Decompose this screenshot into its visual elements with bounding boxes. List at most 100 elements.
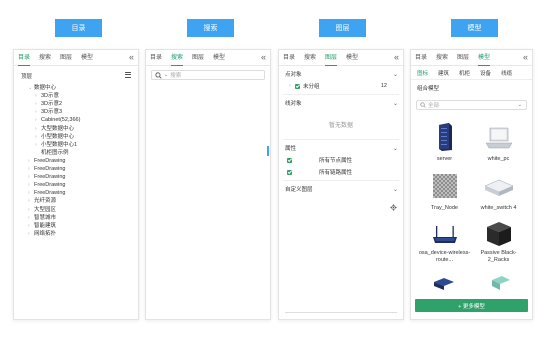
custom-layers-header[interactable]: 自定义图层 ⌄ <box>279 183 403 195</box>
tree-node-label: FreeDrawing <box>34 190 66 197</box>
tree-node[interactable]: › FreeDrawing <box>28 157 65 165</box>
tree-node[interactable]: › 智能建筑 <box>28 222 56 230</box>
category-tab-icons[interactable]: 图标 <box>417 69 428 77</box>
all-link-props-row[interactable]: 所有链路属性 <box>279 166 403 178</box>
tab-models[interactable]: 模型 <box>478 50 491 66</box>
tree-node[interactable]: › 智慧城市 <box>28 214 56 222</box>
tree-node[interactable]: › 小型数据中心1 <box>35 141 77 149</box>
tree-node[interactable]: ⌄ 数据中心 <box>28 84 56 92</box>
ungrouped-count: 12 <box>380 83 387 89</box>
all-link-props-label: 所有链路属性 <box>319 170 353 176</box>
laptop-icon <box>485 127 513 149</box>
list-view-icon[interactable] <box>125 72 131 79</box>
checkbox-checked-icon[interactable] <box>295 83 300 89</box>
chevron-down-icon[interactable]: ⌄ <box>393 71 398 78</box>
category-tab-cables[interactable]: 线缆 <box>501 69 512 77</box>
search-icon <box>420 102 426 108</box>
tree-node[interactable]: › FreeDrawing <box>28 165 65 173</box>
tab-catalog[interactable]: 目录 <box>283 50 295 66</box>
model-item-white-pc[interactable]: white_pc <box>471 122 526 172</box>
tree-node[interactable]: › 3D示意3 <box>35 108 62 116</box>
panel-tabs: 目录 搜索 图层 模型 « <box>279 50 403 66</box>
header-button-models[interactable]: 模型 <box>451 19 498 37</box>
tree-node[interactable]: › 小型数据中心 <box>35 133 74 141</box>
tab-catalog[interactable]: 目录 <box>415 50 427 66</box>
all-node-props-row[interactable]: 所有节点属性 <box>279 154 403 166</box>
search-dropdown-chevron-icon[interactable]: ⌄ <box>164 72 168 78</box>
all-node-props-label: 所有节点属性 <box>319 158 353 164</box>
tree-node[interactable]: › FreeDrawing <box>28 173 65 181</box>
category-tab-buildings[interactable]: 建筑 <box>438 69 449 77</box>
tab-layers[interactable]: 图层 <box>325 50 338 66</box>
ungrouped-row[interactable]: › 未分组 12 <box>279 80 403 92</box>
tab-models[interactable]: 模型 <box>213 50 225 66</box>
tab-search[interactable]: 搜索 <box>436 50 448 66</box>
properties-header[interactable]: 属性 ⌄ <box>279 142 403 154</box>
panel-tabs: 目录 搜索 图层 模型 « <box>146 50 270 66</box>
tab-layers[interactable]: 图层 <box>192 50 204 66</box>
checkbox-checked-icon[interactable] <box>287 169 292 175</box>
tab-search[interactable]: 搜索 <box>171 50 184 66</box>
model-item-wireless-router[interactable]: osa_device-wireless-route... <box>417 220 472 270</box>
search-input[interactable]: ⌄ 搜索 <box>151 70 265 80</box>
partial-model-icon <box>492 276 510 290</box>
divider <box>283 180 399 181</box>
chevron-down-icon[interactable]: ⌄ <box>393 100 398 107</box>
tree-node[interactable]: › FreeDrawing <box>28 189 65 197</box>
tree-node[interactable]: 机柜图示例 <box>35 149 69 157</box>
chevron-down-icon[interactable]: ⌄ <box>393 145 398 152</box>
tree-node[interactable]: › 3D示意 <box>35 92 59 100</box>
tab-search[interactable]: 搜索 <box>304 50 316 66</box>
tree-node[interactable]: › Cabinet(52,366) <box>35 116 80 124</box>
header-button-catalog[interactable]: 目录 <box>55 19 102 37</box>
tab-catalog[interactable]: 目录 <box>18 50 31 66</box>
model-item-passive-rack[interactable]: Passive Black-2_Racks <box>471 220 526 270</box>
tree-node[interactable]: › 网络拓扑 <box>28 230 56 238</box>
model-item-white-switch[interactable]: white_switch 4 <box>471 172 526 222</box>
search-icon <box>155 71 162 79</box>
tab-catalog[interactable]: 目录 <box>150 50 162 66</box>
chevron-down-icon[interactable]: ⌄ <box>518 102 522 108</box>
category-tab-cabinets[interactable]: 机柜 <box>459 69 470 77</box>
model-label: Tray_Node <box>430 205 458 211</box>
divider <box>283 139 399 140</box>
tab-search[interactable]: 搜索 <box>39 50 51 66</box>
divider <box>283 94 399 95</box>
point-objects-header[interactable]: 点对象 ⌄ <box>279 68 403 80</box>
tree-node[interactable]: › 光纤资源 <box>28 197 56 205</box>
checkbox-checked-icon[interactable] <box>287 157 292 163</box>
more-models-button[interactable]: + 更多模型 <box>415 299 528 312</box>
collapse-icon[interactable]: « <box>129 50 134 66</box>
chevron-down-icon[interactable]: ⌄ <box>393 186 398 193</box>
tree-node[interactable]: › 3D示意2 <box>35 100 62 108</box>
tree-top-row: 顶层 <box>14 69 138 83</box>
tree-node-label: 智慧城市 <box>34 214 57 221</box>
search-placeholder: 搜索 <box>170 73 182 79</box>
panel-tabs: 目录 搜索 图层 模型 « <box>14 50 138 66</box>
tree-node-label: 小型数据中心1 <box>41 141 78 148</box>
scrollbar[interactable] <box>267 146 269 156</box>
category-tab-devices[interactable]: 设备 <box>480 69 491 77</box>
tree-node[interactable]: › FreeDrawing <box>28 181 65 189</box>
tab-models[interactable]: 模型 <box>346 50 358 66</box>
tab-models[interactable]: 模型 <box>81 50 93 66</box>
model-search-input[interactable]: 全部 ⌄ <box>416 100 527 110</box>
tree-node-label: 机柜图示例 <box>41 149 69 156</box>
tree-node[interactable]: › 大型数据中心 <box>35 125 74 133</box>
model-item-server[interactable]: server <box>417 122 472 172</box>
collapse-icon[interactable]: « <box>394 50 399 66</box>
header-button-search[interactable]: 搜索 <box>187 19 234 37</box>
group-models-label: 组合模型 <box>417 86 440 92</box>
header-button-layers[interactable]: 图层 <box>319 19 366 37</box>
tree-node-label: 小型数据中心 <box>41 133 75 140</box>
tab-layers[interactable]: 图层 <box>457 50 469 66</box>
tree-node-label: FreeDrawing <box>34 182 66 189</box>
tree-node[interactable]: › 大型园区 <box>28 206 56 214</box>
ungrouped-label: 未分组 <box>303 84 320 90</box>
collapse-icon[interactable]: « <box>523 50 528 66</box>
collapse-icon[interactable]: « <box>261 50 266 66</box>
gear-icon[interactable] <box>390 198 397 216</box>
tab-layers[interactable]: 图层 <box>60 50 72 66</box>
model-item-tray-node[interactable]: Tray_Node <box>417 172 472 222</box>
line-objects-header[interactable]: 线对象 ⌄ <box>279 97 403 109</box>
